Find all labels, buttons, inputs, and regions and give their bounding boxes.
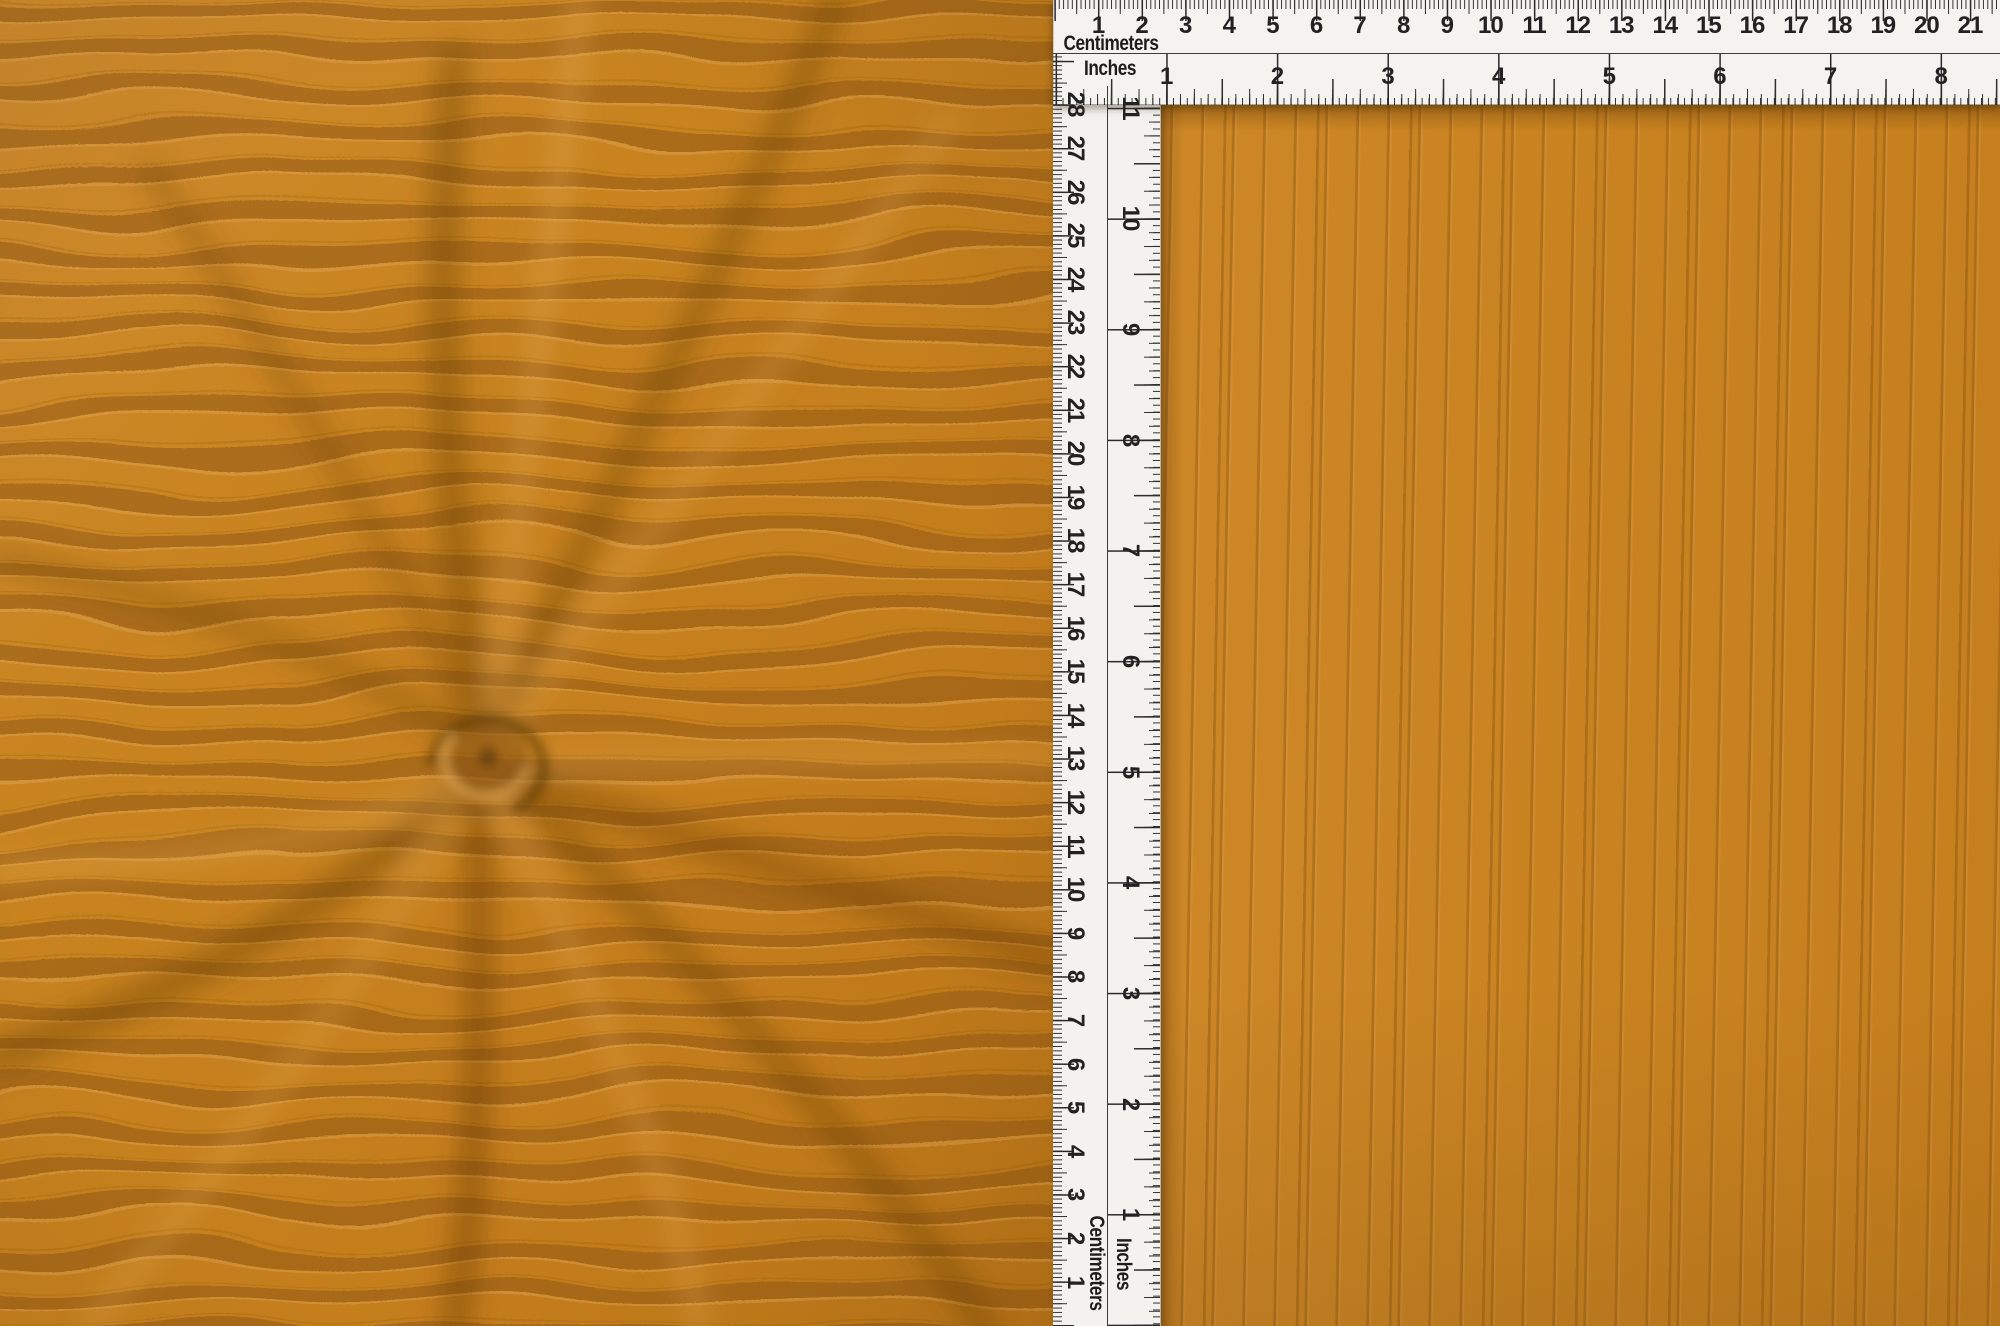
vertical-inch-scale [1107,105,1160,1326]
horizontal-centimeters-label: Centimeters [1063,32,1159,55]
horizontal-inches-label: Inches [1083,57,1137,80]
flat-fabric-swatch [1160,105,2000,1326]
vertical-inches-label: Inches [1112,1237,1135,1291]
vertical-ruler-divider [1107,86,1109,1326]
vertical-centimeters-label: Centimeters [1085,1215,1108,1311]
vignette [0,0,1053,1326]
horizontal-cm-scale [1053,0,2000,53]
draped-fabric-swatch [0,0,1053,1326]
vertical-cm-scale [1053,56,1107,1326]
horizontal-inch-scale [1053,53,2000,105]
fabric-product-photo: Centimeters Inches Centimeters Inches 12… [0,0,2000,1326]
